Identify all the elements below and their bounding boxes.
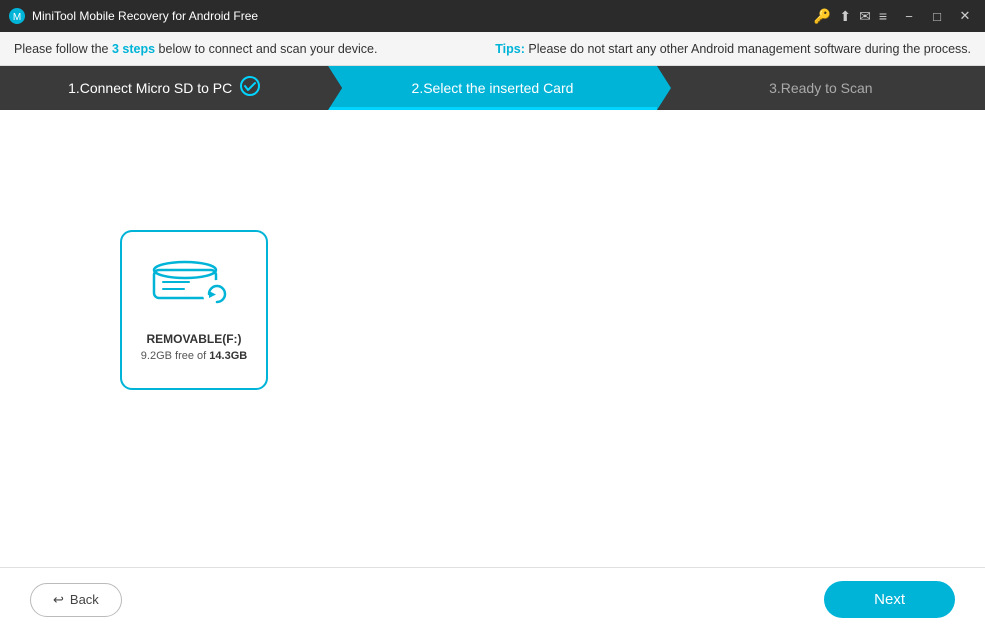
step-2: 2.Select the inserted Card [328,66,656,110]
step-2-label: 2.Select the inserted Card [412,80,574,96]
drive-card[interactable]: REMOVABLE(F:) 9.2GB free of 14.3GB [120,230,268,390]
info-bar: Please follow the 3 steps below to conne… [0,32,985,66]
back-arrow-icon: ↩ [53,592,64,608]
back-button[interactable]: ↩ Back [30,583,122,617]
minimize-button[interactable]: − [897,6,921,26]
info-suffix: below to connect and scan your device. [155,42,377,56]
step-1: 1.Connect Micro SD to PC [0,66,328,110]
drive-icon-area [149,258,239,318]
maximize-button[interactable]: □ [925,6,949,26]
drive-size-free: 9.2GB [141,350,172,362]
email-icon[interactable]: ✉ [859,8,871,25]
drive-size: 9.2GB free of 14.3GB [141,350,247,362]
back-label: Back [70,592,99,607]
main-content: REMOVABLE(F:) 9.2GB free of 14.3GB [0,110,985,567]
app-icon: M [8,7,26,25]
drive-label: REMOVABLE(F:) [146,332,241,346]
tips-label: Tips: [495,42,525,56]
tips-section: Tips: Please do not start any other Andr… [495,42,971,56]
info-message: Please follow the 3 steps below to conne… [14,42,377,56]
app-title: MiniTool Mobile Recovery for Android Fre… [32,9,814,23]
next-button[interactable]: Next [824,581,955,618]
title-bar: M MiniTool Mobile Recovery for Android F… [0,0,985,32]
upload-icon[interactable]: ⬆ [839,8,851,25]
toolbar-icons: 🔑 ⬆ ✉ ≡ [814,8,887,25]
drive-size-total: 14.3GB [209,350,247,362]
menu-icon[interactable]: ≡ [879,8,887,24]
bottom-bar: ↩ Back Next [0,567,985,631]
window-controls: − □ ✕ [897,6,977,26]
steps-highlight: 3 steps [112,42,155,56]
info-prefix: Please follow the [14,42,112,56]
step-3: 3.Ready to Scan [657,66,985,110]
steps-bar: 1.Connect Micro SD to PC 2.Select the in… [0,66,985,110]
step-3-label: 3.Ready to Scan [769,80,873,96]
close-button[interactable]: ✕ [953,6,977,26]
svg-text:M: M [13,12,21,23]
tips-text: Please do not start any other Android ma… [525,42,971,56]
key-icon[interactable]: 🔑 [814,8,831,25]
step-1-label: 1.Connect Micro SD to PC [68,80,232,96]
step-1-check-icon [240,76,260,101]
